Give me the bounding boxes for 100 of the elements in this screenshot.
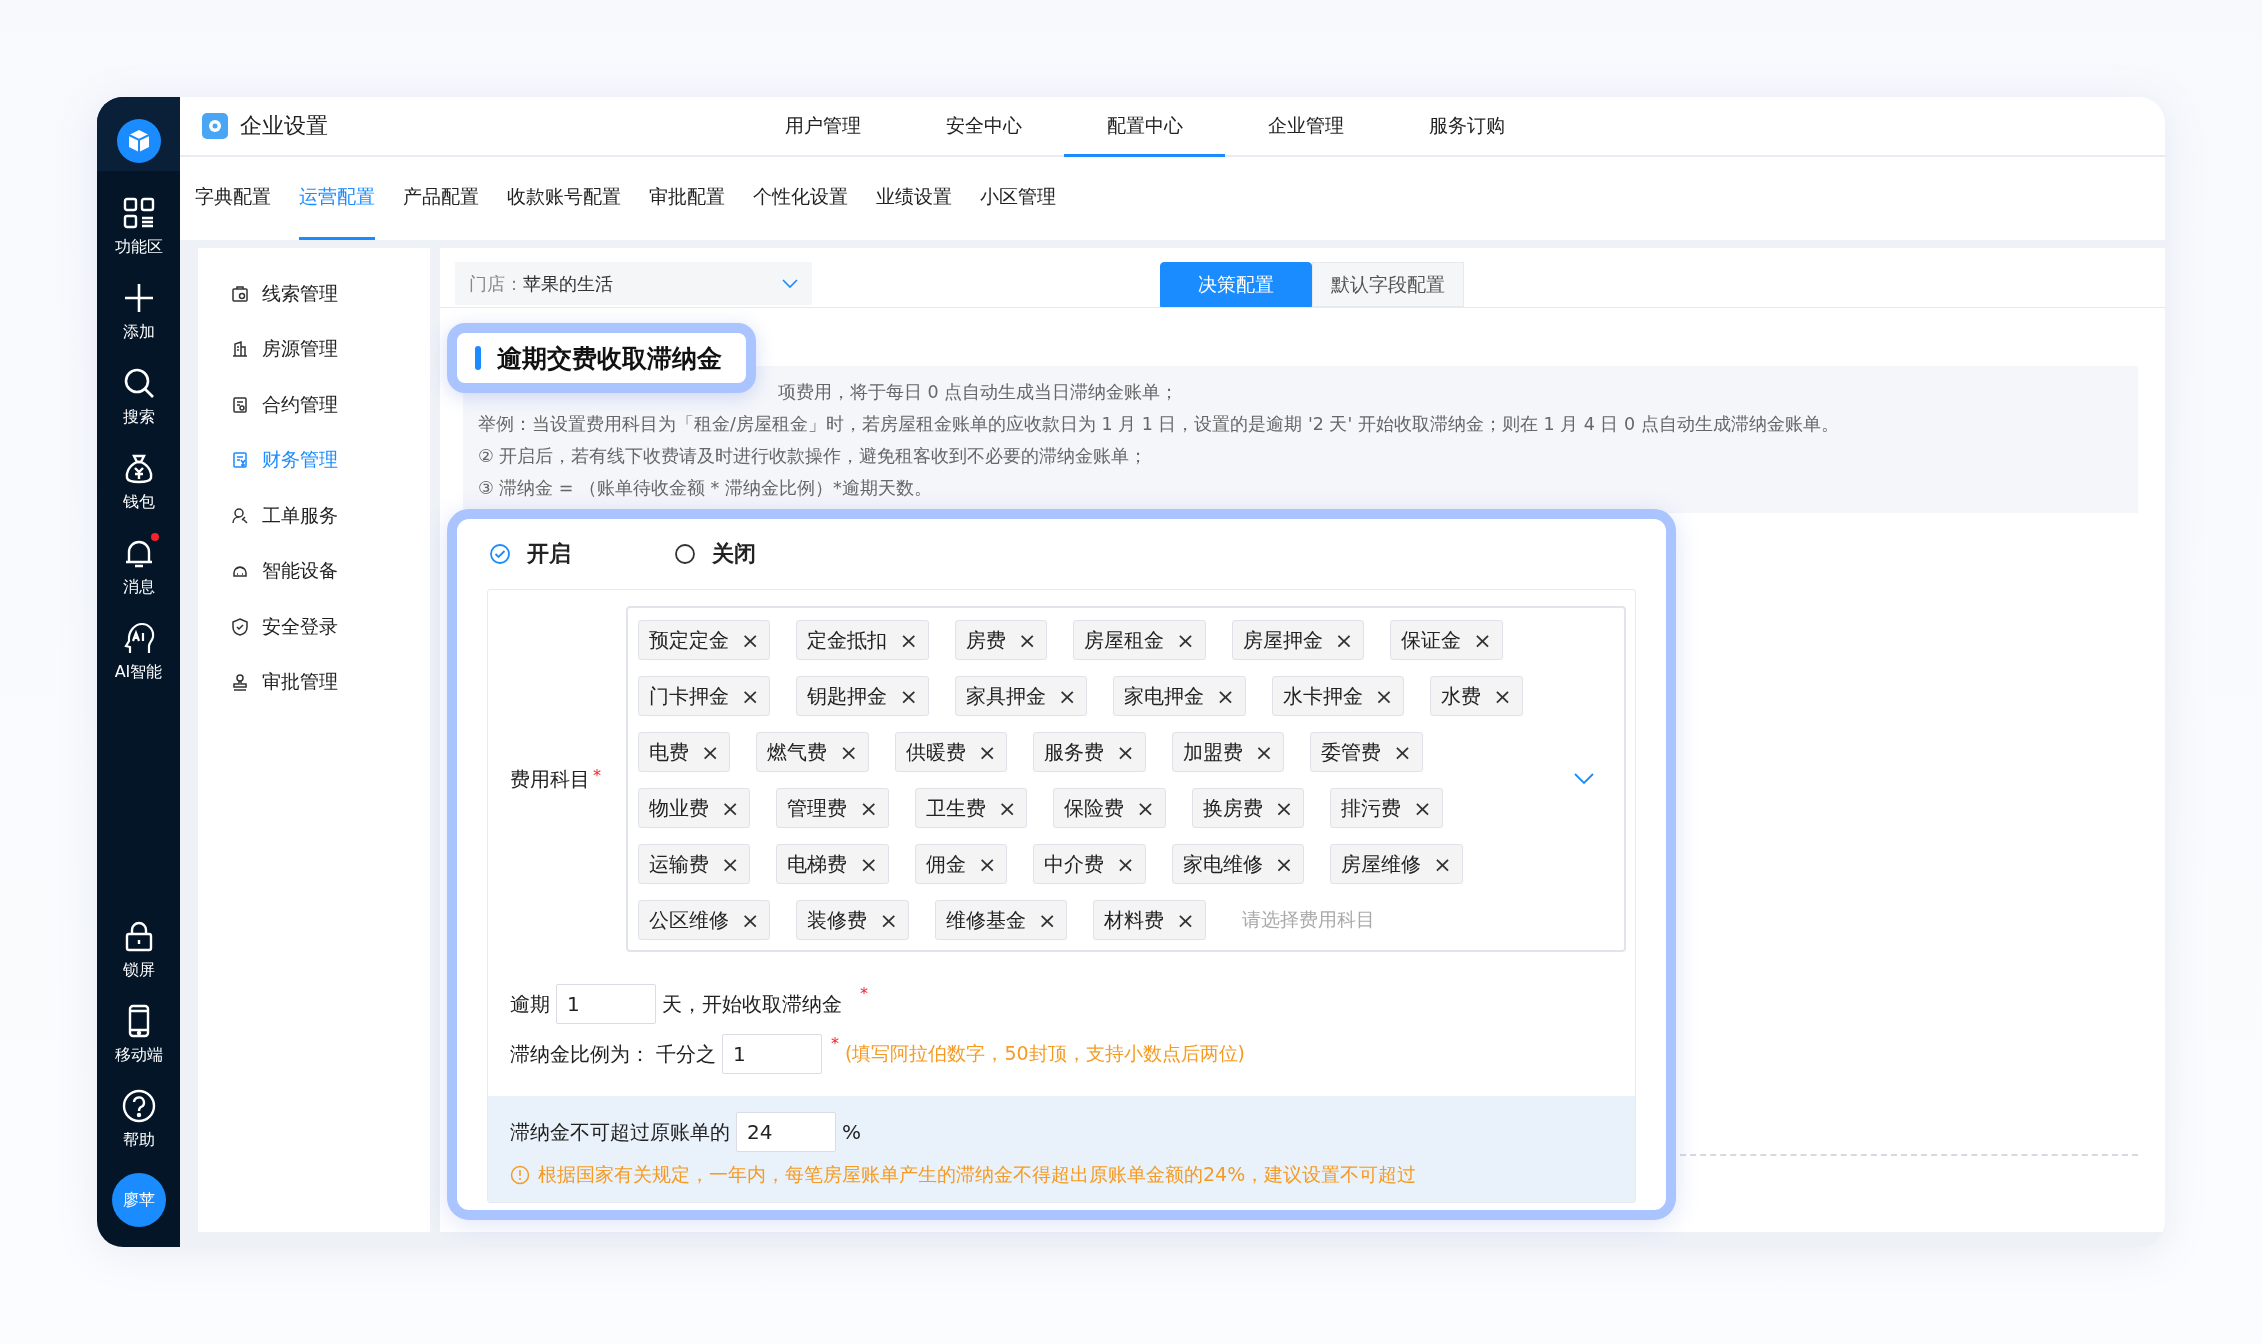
close-icon[interactable]: ×	[1057, 683, 1077, 709]
close-icon[interactable]: ×	[741, 627, 760, 653]
close-icon[interactable]: ×	[1493, 683, 1512, 709]
menu-item[interactable]: 线索管理	[198, 266, 430, 322]
close-icon[interactable]: ×	[721, 851, 740, 877]
close-icon[interactable]: ×	[879, 907, 898, 933]
close-icon[interactable]: ×	[1037, 907, 1057, 933]
close-icon[interactable]: ×	[1393, 739, 1412, 765]
close-icon[interactable]: ×	[1176, 907, 1195, 933]
sub-tab[interactable]: 业绩设置	[876, 157, 952, 240]
field-label: 千分之	[656, 1040, 716, 1068]
sidebar-item[interactable]: 锁屏	[120, 918, 157, 981]
fee-tag: 运输费 ×	[638, 844, 751, 884]
note-line: 项费用，将于每日 0 点自动生成当日滞纳金账单；	[777, 381, 1180, 404]
top-nav-tab[interactable]: 服务订购	[1386, 97, 1547, 157]
top-nav-tab[interactable]: 用户管理	[742, 97, 903, 157]
fee-tag: 换房费 ×	[1191, 788, 1305, 828]
close-icon[interactable]: ×	[1116, 739, 1135, 765]
sub-tab[interactable]: 收款账号配置	[507, 157, 621, 240]
percent-input[interactable]: 24	[736, 1112, 836, 1152]
accent-bar	[475, 346, 481, 370]
store-select[interactable]: 门店：苹果的生活	[455, 262, 812, 305]
sidebar-item[interactable]: 功能区	[114, 195, 163, 258]
close-icon[interactable]: ×	[839, 739, 858, 765]
fee-tag: 水卡押金 ×	[1271, 676, 1405, 716]
fee-tag: 装修费 ×	[796, 900, 909, 940]
close-icon[interactable]: ×	[1116, 851, 1135, 877]
ratio-input[interactable]: 1	[722, 1034, 822, 1074]
hint-text: (填写阿拉伯数字，50封顶，支持小数点后两位)	[845, 1041, 1245, 1066]
sidebar-item[interactable]: 钱包	[120, 450, 157, 513]
menu-item[interactable]: 审批管理	[198, 654, 430, 710]
close-icon[interactable]: ×	[1374, 683, 1394, 709]
close-icon[interactable]: ×	[859, 851, 878, 877]
sidebar-item[interactable]: 消息	[120, 535, 157, 598]
sidebar-item[interactable]: 帮助	[120, 1088, 157, 1151]
fee-tag: 电梯费 ×	[776, 844, 889, 884]
sidebar-label: 搜索	[122, 407, 155, 428]
close-icon[interactable]: ×	[899, 627, 918, 653]
sub-tab[interactable]: 字典配置	[195, 157, 271, 240]
fee-tag: 房屋押金 ×	[1231, 620, 1365, 660]
menu-item[interactable]: 房源管理	[198, 321, 430, 377]
sub-tab[interactable]: 小区管理	[980, 157, 1056, 240]
top-nav-tab[interactable]: 企业管理	[1225, 97, 1386, 157]
fee-tag: 家电押金 ×	[1113, 676, 1246, 716]
close-icon[interactable]: ×	[741, 683, 760, 709]
shield-icon	[230, 616, 250, 637]
close-icon[interactable]: ×	[859, 795, 878, 821]
close-icon[interactable]: ×	[1413, 795, 1432, 821]
close-icon[interactable]: ×	[997, 795, 1017, 821]
fee-tag: 卫生费 ×	[914, 788, 1028, 828]
close-icon[interactable]: ×	[701, 739, 720, 765]
menu-item[interactable]: 安全登录	[198, 599, 430, 655]
field-label: 天，开始收取滞纳金	[662, 990, 842, 1018]
close-icon[interactable]: ×	[1176, 627, 1195, 653]
config-tab[interactable]: 默认字段配置	[1312, 262, 1464, 307]
close-icon[interactable]: ×	[977, 739, 997, 765]
close-icon[interactable]: ×	[1473, 627, 1492, 653]
close-icon[interactable]: ×	[977, 851, 997, 877]
menu-item[interactable]: 工单服务	[198, 488, 430, 544]
sidebar-item[interactable]: AI智能	[114, 620, 163, 683]
close-icon[interactable]: ×	[1017, 627, 1037, 653]
close-icon[interactable]: ×	[721, 795, 740, 821]
close-icon[interactable]: ×	[1254, 739, 1274, 765]
close-icon[interactable]: ×	[1433, 851, 1452, 877]
sub-tab[interactable]: 个性化设置	[753, 157, 848, 240]
required-mark: *	[860, 984, 868, 1003]
radio-option[interactable]: 关闭	[672, 539, 857, 569]
close-icon[interactable]: ×	[741, 907, 760, 933]
sub-tab[interactable]: 审批配置	[649, 157, 725, 240]
close-icon[interactable]: ×	[1274, 851, 1294, 877]
menu-item[interactable]: 合约管理	[198, 377, 430, 433]
fee-tag: 定金抵扣 ×	[796, 620, 929, 660]
sidebar-item[interactable]: 搜索	[120, 365, 157, 428]
top-nav-tab[interactable]: 安全中心	[903, 97, 1064, 157]
app-title: 企业设置	[240, 112, 328, 140]
note-line: ② 开启后，若有线下收费请及时进行收款操作，避免租客收到不必要的滞纳金账单；	[478, 445, 1149, 468]
fee-tag: 公区维修 ×	[638, 900, 771, 940]
fee-tag: 材料费 ×	[1093, 900, 1206, 940]
close-icon[interactable]: ×	[899, 683, 918, 709]
days-input[interactable]: 1	[556, 984, 656, 1024]
help-icon	[120, 1088, 157, 1124]
menu-item[interactable]: 智能设备	[198, 543, 430, 599]
fee-tag: 委管费 ×	[1310, 732, 1423, 772]
close-icon[interactable]: ×	[1216, 683, 1235, 709]
fee-tag: 保证金 ×	[1390, 620, 1503, 660]
unit-label: %	[842, 1120, 861, 1144]
chevron-down-icon	[782, 278, 798, 289]
sidebar-item[interactable]: 添加	[120, 280, 157, 343]
close-icon[interactable]: ×	[1334, 627, 1354, 653]
fee-select-field[interactable]	[626, 606, 1626, 952]
sidebar-item[interactable]: 移动端	[114, 1003, 163, 1066]
close-icon[interactable]: ×	[1274, 795, 1294, 821]
sub-tab[interactable]: 产品配置	[403, 157, 479, 240]
contract-icon	[230, 394, 250, 415]
fee-tag: 保险费 ×	[1053, 788, 1166, 828]
required-mark: *	[593, 765, 601, 785]
fee-tag: 钥匙押金 ×	[796, 676, 929, 716]
radio-option[interactable]: 开启	[487, 539, 672, 569]
close-icon[interactable]: ×	[1136, 795, 1155, 821]
chevron-down-icon[interactable]	[1574, 773, 1594, 785]
